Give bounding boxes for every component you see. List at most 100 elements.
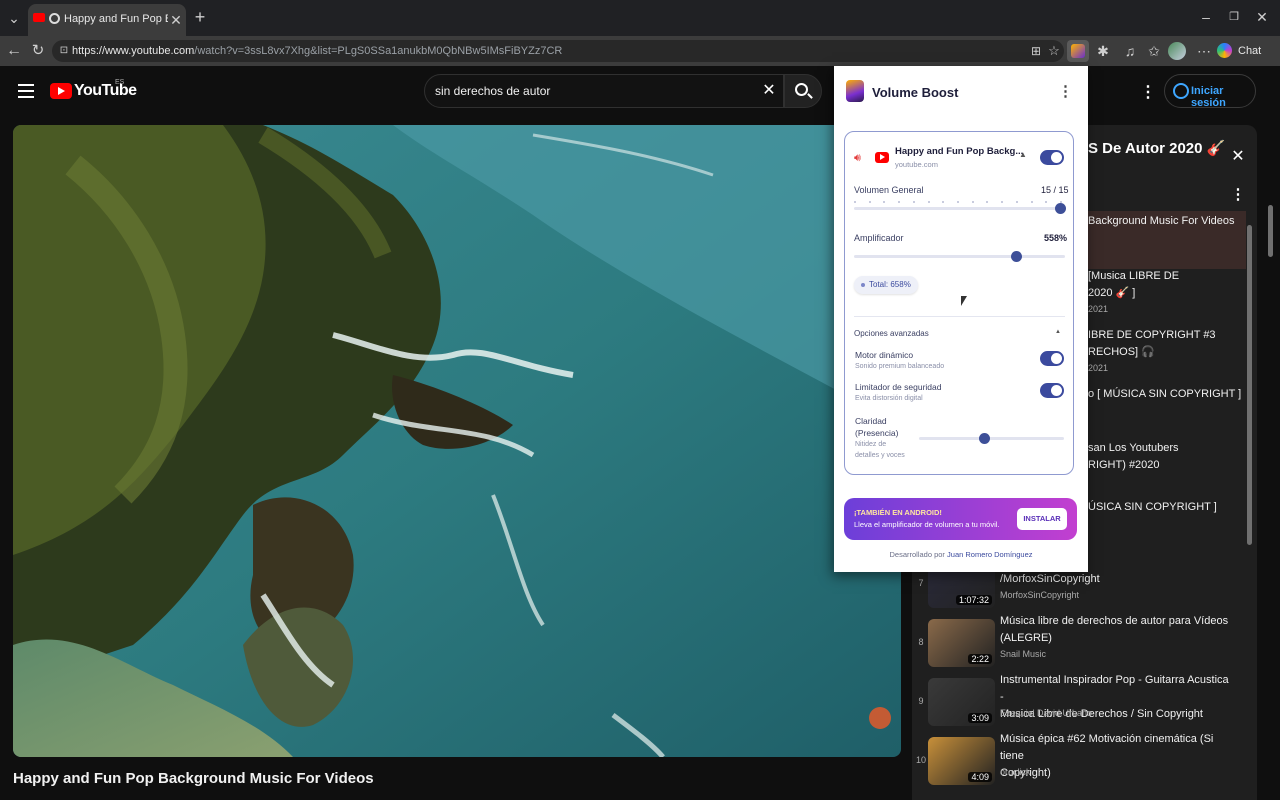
extensions-puzzle-icon[interactable]: ✱ (1093, 41, 1113, 61)
clarity-desc: Nitidez de detalles y voces (855, 441, 905, 459)
restore-window-icon[interactable]: ❐ (1224, 7, 1244, 27)
general-volume-ticks (854, 201, 1062, 204)
playlist-item-channel: Ezequiel David Urbano (1000, 708, 1093, 718)
tab-list-chevron-icon[interactable]: ⌄ (4, 8, 24, 28)
url-path: /watch?v=3ssL8vx7Xhg&list=PLgS0SSa1anukb… (194, 45, 563, 57)
playlist-item-channel: 2021 (1088, 363, 1109, 373)
volume-boost-popup: Volume Boost ⋮ 🔊︎ Happy and Fun Pop Back… (834, 66, 1088, 572)
close-window-icon[interactable]: ✕ (1252, 7, 1272, 27)
playlist-title: S De Autor 2020 🎸 (1088, 140, 1226, 157)
android-promo-banner[interactable]: ¡TAMBIÉN EN ANDROID! Lleva el amplificad… (844, 498, 1077, 540)
playlist-item-title[interactable]: [Musica LIBRE DE 2020 🎸 ] (1088, 268, 1248, 302)
search-input[interactable]: sin derechos de autor (435, 84, 550, 98)
split-screen-icon[interactable]: ⊞ (1026, 41, 1046, 61)
volume-tick (912, 201, 915, 203)
reload-icon[interactable]: ↻ (28, 41, 48, 61)
clarity-slider[interactable] (979, 433, 991, 444)
search-box[interactable]: sin derechos de autor ✕ (424, 74, 784, 108)
playlist-item-title[interactable]: Música épica #62 Motivación cinemática (… (1000, 731, 1230, 782)
playlist-item-channel: 2021 (1088, 304, 1109, 314)
profile-avatar[interactable] (1168, 42, 1186, 60)
volume-tick (942, 201, 945, 203)
collapse-chevron-icon[interactable]: ▲ (1019, 150, 1027, 159)
playlist-index: 7 (918, 578, 924, 588)
general-volume-slider[interactable] (1055, 203, 1066, 214)
back-icon[interactable]: ← (4, 41, 24, 61)
new-tab-icon[interactable]: + (190, 7, 210, 27)
playlist-index: 8 (918, 637, 924, 647)
settings-dots-icon[interactable]: ⋮ (1140, 82, 1156, 102)
browser-tab[interactable]: Happy and Fun Pop Backgrou ✕ (28, 4, 186, 36)
search-button[interactable] (784, 74, 822, 108)
advanced-chevron-icon[interactable]: ▲ (1055, 329, 1061, 335)
playlist-item-channel: Snail Music (1000, 649, 1047, 659)
amplifier-track[interactable] (854, 255, 1065, 258)
general-volume-value: 15 / 15 (1041, 185, 1069, 195)
site-info-icon[interactable]: ⊡ (54, 41, 74, 61)
clear-search-icon[interactable]: ✕ (759, 81, 779, 101)
video-player[interactable] (13, 125, 901, 757)
youtube-logo[interactable]: YouTube ES (50, 79, 137, 102)
youtube-favicon-icon (33, 13, 45, 22)
playlist-thumbnail[interactable]: 4:09 (928, 737, 995, 785)
favorites-icon[interactable]: ✩ (1144, 41, 1164, 61)
address-bar[interactable]: ⊡ https://www.youtube.com/watch?v=3ssL8v… (52, 40, 1064, 62)
playlist-thumbnail[interactable]: 2:22 (928, 619, 995, 667)
option-toggle[interactable] (1040, 383, 1064, 398)
general-volume-track[interactable] (854, 207, 1060, 210)
favorite-star-icon[interactable]: ☆ (1044, 41, 1064, 61)
playlist-item-title[interactable]: IBRE DE COPYRIGHT #3 RECHOS] 🎧 (1088, 327, 1248, 361)
playlist-thumbnail[interactable]: 3:09 (928, 678, 995, 726)
playlist-item-title[interactable]: Background Music For Videos (1088, 213, 1248, 230)
volume-tick (898, 201, 901, 203)
install-button[interactable]: INSTALAR (1017, 508, 1067, 530)
url-text: https://www.youtube.com/watch?v=3ssL8vx7… (72, 45, 562, 57)
minimize-window-icon[interactable]: – (1196, 7, 1216, 27)
video-duration: 1:07:32 (955, 595, 992, 605)
playlist-item-channel: MorfoxSinCopyright (1000, 590, 1080, 600)
floating-record-icon[interactable] (869, 707, 891, 729)
site-host: youtube.com (895, 160, 938, 169)
clarity-title: Claridad (Presencia) (855, 416, 899, 438)
playlist-menu-icon[interactable]: ⋮ (1228, 185, 1248, 205)
controls-card: 🔊︎ Happy and Fun Pop Backg... youtube.co… (844, 131, 1074, 475)
option-toggle[interactable] (1040, 351, 1064, 366)
promo-text: Lleva el amplificador de volumen a tu mó… (854, 520, 1000, 529)
volume-boost-extension-icon[interactable] (1067, 40, 1089, 62)
signin-label: Iniciar sesión (1191, 85, 1226, 109)
media-control-icon[interactable]: ♫ (1120, 41, 1140, 61)
close-playlist-icon[interactable]: ✕ (1228, 147, 1248, 167)
playlist-item-title[interactable]: san Los Youtubers RIGHT) #2020 (1088, 440, 1248, 474)
amplifier-label: Amplificador (854, 233, 904, 243)
tab-title: Happy and Fun Pop Backgrou (64, 13, 168, 25)
playlist-item-title[interactable]: o [ MÚSICA SIN COPYRIGHT ] (1088, 386, 1248, 403)
page-scrollbar[interactable] (1268, 205, 1273, 257)
footer-prefix: Desarrollado por (889, 550, 945, 559)
playlist-item-channel: oroclick (1000, 767, 1031, 777)
site-enable-toggle[interactable] (1040, 150, 1064, 165)
clarity-track[interactable] (919, 437, 1064, 440)
signin-button[interactable]: Iniciar sesión (1164, 74, 1256, 109)
more-menu-icon[interactable]: ⋯ (1194, 41, 1214, 61)
account-icon (1173, 83, 1189, 99)
video-duration: 2:22 (968, 654, 992, 664)
url-host: https://www.youtube.com (72, 45, 195, 57)
footer-author[interactable]: Juan Romero Domínguez (947, 550, 1032, 559)
volume-tick (1045, 201, 1048, 203)
general-volume-label: Volumen General (854, 185, 924, 195)
volume-tick (957, 201, 959, 203)
volume-tick (868, 201, 871, 203)
video-duration: 3:09 (968, 713, 992, 723)
speaker-icon: 🔊︎ (854, 152, 861, 164)
copilot-chat-button[interactable]: Chat (1214, 41, 1270, 61)
playlist-item-title[interactable]: ÚSICA SIN COPYRIGHT ] (1088, 499, 1248, 516)
hamburger-menu-icon[interactable] (18, 84, 34, 98)
close-tab-icon[interactable]: ✕ (166, 10, 186, 30)
volume-tick (927, 201, 930, 203)
audio-playing-icon[interactable] (49, 13, 60, 24)
popup-menu-icon[interactable]: ⋮ (1058, 82, 1073, 100)
amplifier-slider[interactable] (1011, 251, 1023, 262)
video-title: Happy and Fun Pop Background Music For V… (13, 770, 374, 787)
playlist-item-title[interactable]: Música libre de derechos de autor para V… (1000, 613, 1230, 647)
volume-tick (1001, 201, 1004, 203)
